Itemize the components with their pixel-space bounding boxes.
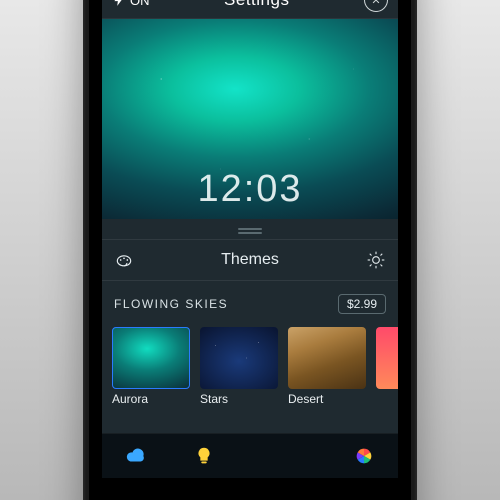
theme-pack-name: FLOWING SKIES [114, 297, 228, 311]
thumb-image [112, 327, 190, 389]
thumb-image [200, 327, 278, 389]
flash-label: ON [130, 0, 150, 8]
theme-preview: 12:03 [102, 19, 398, 219]
bolt-icon [112, 0, 126, 7]
themes-label: Themes [221, 251, 279, 269]
tab-ideas[interactable] [193, 445, 215, 467]
close-icon [371, 0, 381, 5]
thumb-image [376, 327, 398, 389]
thumb-image [288, 327, 366, 389]
themes-section-header: Themes [102, 239, 398, 281]
theme-thumb-stars[interactable]: Stars [200, 327, 278, 406]
palette-icon [114, 250, 134, 270]
page-title: Settings [224, 0, 289, 10]
preview-clock: 12:03 [102, 168, 398, 211]
theme-thumb-aurora[interactable]: Aurora [112, 327, 190, 406]
app-screen: ON Settings 12:03 [102, 0, 398, 478]
thumb-label: Aurora [112, 392, 190, 406]
tab-bar [102, 433, 398, 478]
tab-color[interactable] [353, 445, 375, 467]
theme-thumbnails[interactable]: Aurora Stars Desert [102, 321, 398, 406]
tab-weather[interactable] [125, 445, 147, 467]
flash-toggle[interactable]: ON [112, 0, 150, 8]
phone-frame: ON Settings 12:03 [83, 0, 417, 500]
cloud-icon [125, 445, 147, 467]
theme-pack-row: FLOWING SKIES $2.99 [102, 281, 398, 321]
color-wheel-icon [353, 445, 375, 467]
settings-header: ON Settings [102, 0, 398, 19]
theme-thumb-desert[interactable]: Desert [288, 327, 366, 406]
price-button[interactable]: $2.99 [338, 294, 386, 314]
close-button[interactable] [364, 0, 388, 12]
theme-thumb-more[interactable] [376, 327, 398, 406]
thumb-label: Stars [200, 392, 278, 406]
thumb-label: Desert [288, 392, 366, 406]
brightness-icon[interactable] [366, 250, 386, 270]
bulb-icon [193, 445, 215, 467]
drag-handle[interactable] [102, 219, 398, 239]
